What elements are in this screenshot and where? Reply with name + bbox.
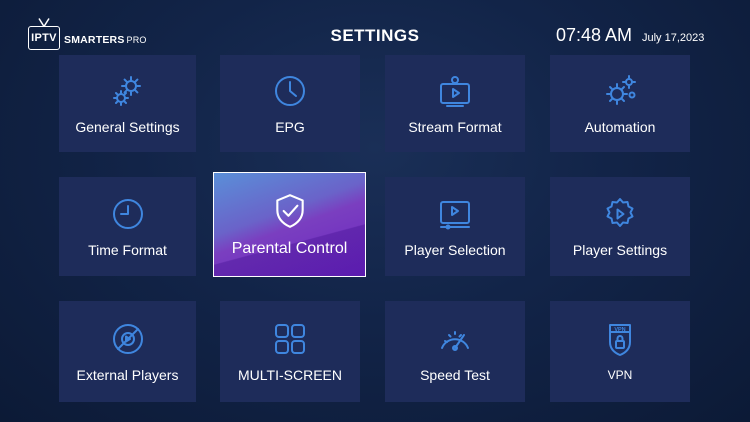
blocked-play-icon: [112, 323, 143, 354]
gear-play-icon: [606, 197, 634, 227]
current-time: 07:48 AM: [556, 25, 633, 45]
tile-label: Player Selection: [404, 241, 506, 258]
tile-speed-test[interactable]: Speed Test: [385, 301, 525, 402]
tile-external-players[interactable]: External Players: [59, 301, 196, 402]
tile-multi-screen[interactable]: MULTI-SCREEN: [220, 301, 360, 402]
vpn-shield-icon: VPN: [609, 323, 631, 356]
tile-label: Time Format: [88, 241, 167, 258]
tile-label: External Players: [76, 366, 179, 383]
tv-play-icon: [440, 75, 470, 107]
time-clock-icon: [112, 198, 143, 229]
automation-gears-icon: [606, 74, 636, 105]
tile-player-settings[interactable]: Player Settings: [550, 177, 690, 276]
tile-label: Automation: [584, 118, 656, 135]
tile-label: General Settings: [75, 118, 180, 135]
shield-check-icon: [275, 193, 304, 228]
tile-stream-format[interactable]: Stream Format: [385, 55, 525, 152]
grid-squares-icon: [275, 323, 305, 354]
clock-icon: [275, 75, 305, 106]
tile-label: VPN: [607, 367, 633, 382]
header: IPTV SMARTERS PRO SETTINGS 07:48 AM July …: [0, 0, 750, 54]
tile-label: EPG: [275, 118, 305, 135]
player-screen-icon: [440, 200, 470, 229]
tile-label: Player Settings: [572, 241, 668, 258]
vpn-icon-text: VPN: [614, 327, 625, 333]
tile-parental-control[interactable]: Parental Control: [213, 172, 366, 277]
tile-player-selection[interactable]: Player Selection: [385, 177, 525, 276]
tile-general-settings[interactable]: General Settings: [59, 55, 196, 152]
tile-automation[interactable]: Automation: [550, 55, 690, 152]
tile-label: Stream Format: [408, 118, 502, 135]
tile-epg[interactable]: EPG: [220, 55, 360, 152]
gears-icon: [112, 75, 141, 106]
current-date: July 17,2023: [642, 32, 705, 44]
tile-vpn[interactable]: VPN VPN: [550, 301, 690, 402]
tile-label: Speed Test: [420, 366, 490, 383]
tile-label: MULTI-SCREEN: [238, 366, 342, 383]
speedometer-icon: [441, 330, 469, 351]
tile-label: Parental Control: [231, 239, 348, 257]
page-title: SETTINGS: [330, 26, 420, 45]
tile-time-format[interactable]: Time Format: [59, 177, 196, 276]
